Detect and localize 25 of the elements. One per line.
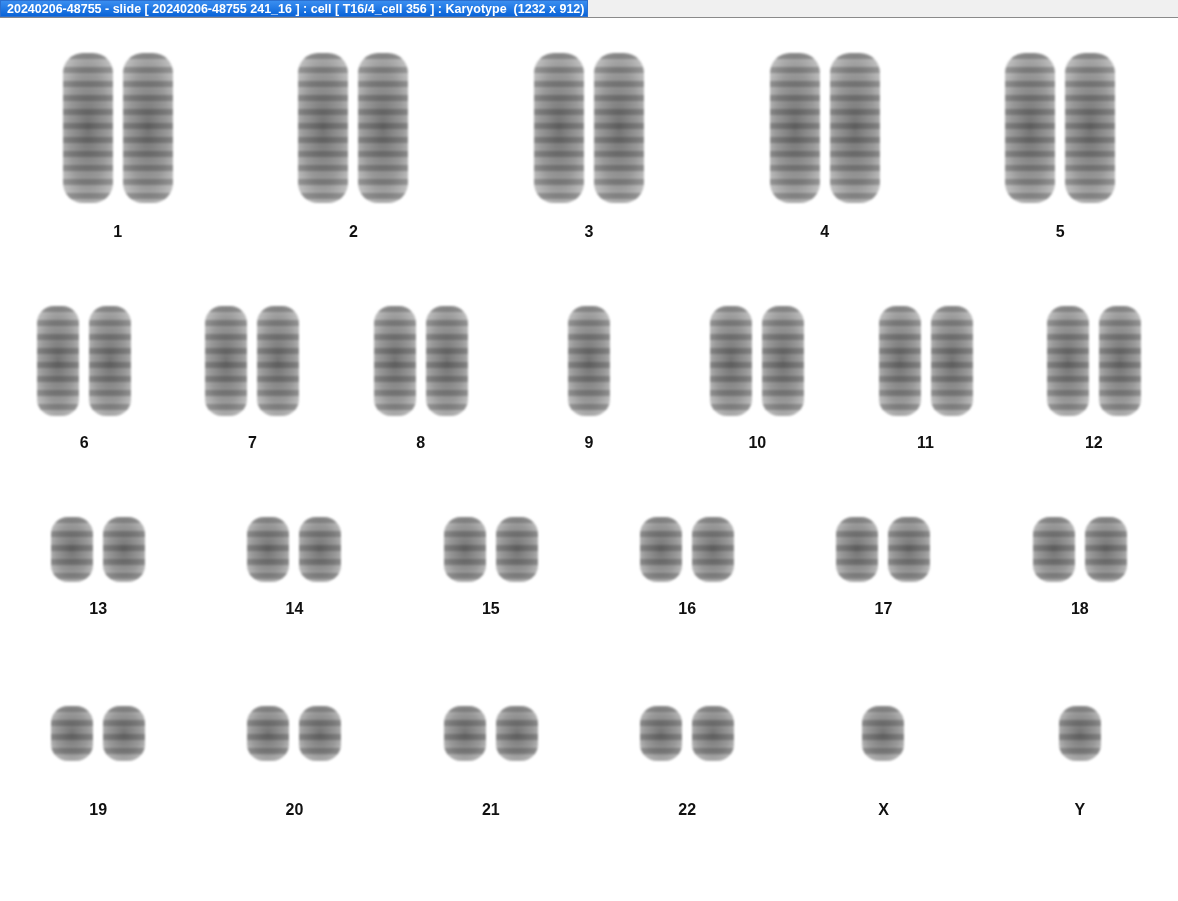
chromosome-label: 3: [584, 223, 594, 241]
chromosome-label: 19: [89, 801, 108, 819]
chromosome-label: 9: [584, 434, 594, 452]
chromosome-label: 6: [79, 434, 89, 452]
chromosome-label: 1: [113, 223, 123, 241]
chromosome-label: 12: [1084, 434, 1103, 452]
chromosome-label: 8: [416, 434, 426, 452]
chromosome-label: X: [878, 801, 889, 819]
chromosome-label: 13: [89, 600, 108, 618]
chromosome-label: 16: [678, 600, 697, 618]
chromosome-label: 22: [678, 801, 697, 819]
chromosome-label: 17: [874, 600, 893, 618]
chromosome-label: 5: [1055, 223, 1065, 241]
chromosome-label: 2: [348, 223, 358, 241]
chromosome-label: 14: [285, 600, 304, 618]
chromosome-label: 21: [481, 801, 500, 819]
chromosome-label: 15: [481, 600, 500, 618]
chromosome-label: Y: [1074, 801, 1086, 819]
chromosome-label: 10: [748, 434, 767, 452]
chromosome-label: 4: [820, 223, 830, 241]
chromosome-label: 11: [917, 434, 934, 452]
chromosome-label: 18: [1070, 600, 1089, 618]
chromosome-label: 20: [285, 801, 304, 819]
chromosome-label: 7: [247, 434, 257, 452]
window-title: 20240206-48755 - slide [ 20240206-48755 241_16 ] : cell [ T16/4_cell 356 ] : Karyotype (1232 x 912): [0, 0, 588, 17]
